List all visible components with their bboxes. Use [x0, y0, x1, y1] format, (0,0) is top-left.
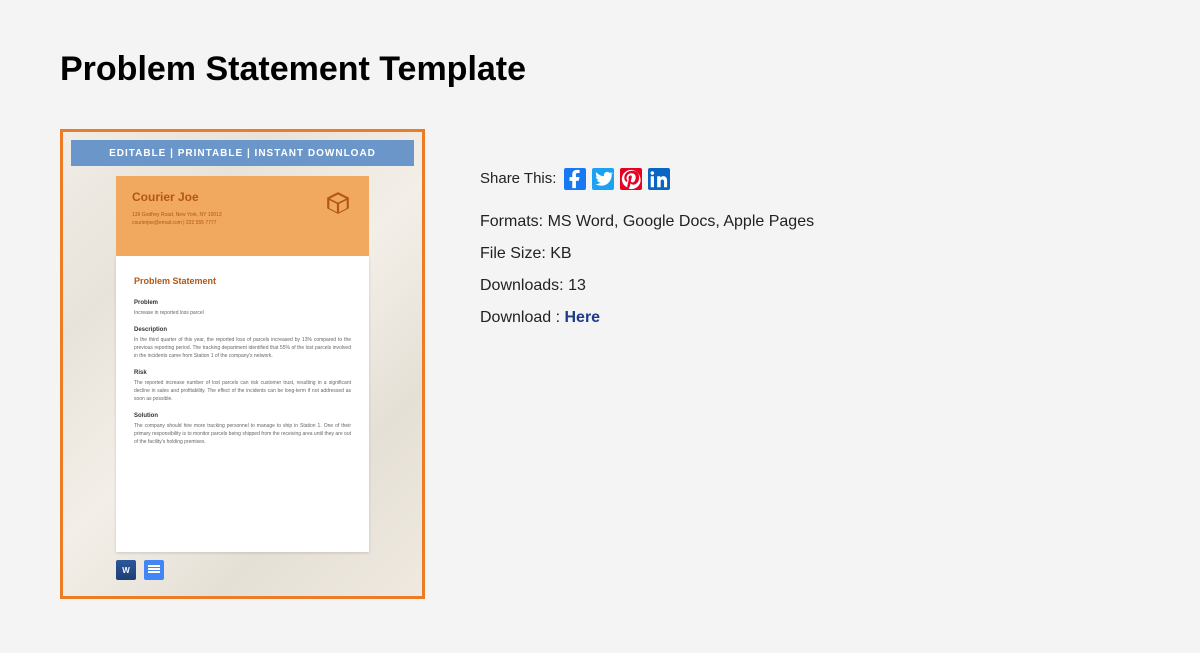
- word-icon: W: [116, 560, 136, 580]
- doc-title: Problem Statement: [134, 276, 351, 286]
- filesize-line: File Size: KB: [480, 238, 814, 270]
- downloads-line: Downloads: 13: [480, 270, 814, 302]
- template-meta: Share This: Formats: MS Word, Google Doc…: [480, 129, 814, 334]
- twitter-icon[interactable]: [592, 168, 614, 190]
- facebook-icon[interactable]: [564, 168, 586, 190]
- page-title: Problem Statement Template: [60, 50, 1140, 89]
- section-risk-h: Risk: [134, 370, 351, 376]
- company-address: 139 Godfrey Road, New York, NY 10013: [132, 212, 353, 220]
- section-solution-p: The company should hire more tracking pe…: [134, 422, 351, 446]
- format-icons: W: [116, 560, 369, 580]
- package-icon: [325, 190, 351, 216]
- preview-header: Courier Joe 139 Godfrey Road, New York, …: [116, 176, 369, 256]
- download-line: Download : Here: [480, 302, 814, 334]
- company-contact: courierjoe@email.com | 222 555 7777: [132, 220, 353, 228]
- linkedin-icon[interactable]: [648, 168, 670, 190]
- template-preview[interactable]: EDITABLE | PRINTABLE | INSTANT DOWNLOAD …: [60, 129, 425, 599]
- section-problem-p: Increase in reported loss parcel: [134, 309, 351, 317]
- preview-banner: EDITABLE | PRINTABLE | INSTANT DOWNLOAD: [71, 140, 414, 166]
- formats-line: Formats: MS Word, Google Docs, Apple Pag…: [480, 206, 814, 238]
- pinterest-icon[interactable]: [620, 168, 642, 190]
- section-problem-h: Problem: [134, 300, 351, 306]
- download-link[interactable]: Here: [565, 309, 601, 326]
- company-name: Courier Joe: [132, 190, 353, 204]
- preview-document: Problem Statement Problem Increase in re…: [116, 256, 369, 552]
- section-description-h: Description: [134, 327, 351, 333]
- section-solution-h: Solution: [134, 413, 351, 419]
- google-docs-icon: [144, 560, 164, 580]
- section-risk-p: The reported increase number of lost par…: [134, 379, 351, 403]
- share-label: Share This:: [480, 164, 556, 194]
- section-description-p: In the third quarter of this year, the r…: [134, 336, 351, 360]
